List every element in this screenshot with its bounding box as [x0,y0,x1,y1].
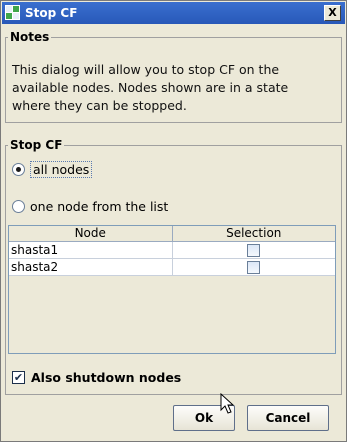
notes-line: available nodes. Nodes shown are in a st… [12,80,289,95]
row-select-checkbox[interactable] [246,244,260,257]
notes-line: This dialog will allow you to stop CF on… [12,62,280,77]
close-icon: X [328,6,337,19]
table-header: Node Selection [9,226,335,242]
also-shutdown-label: Also shutdown nodes [31,370,182,385]
column-header-node[interactable]: Node [9,226,173,241]
mouse-cursor-icon [220,393,235,414]
stop-cf-dialog: Stop CF X Notes This dialog will allow y… [0,0,347,442]
stop-cf-legend: Stop CF [8,138,65,152]
radio-all-nodes-indicator[interactable] [12,163,25,176]
table-row[interactable]: shasta1 [9,242,335,259]
radio-one-node[interactable]: one node from the list [12,199,168,214]
radio-one-node-label: one node from the list [30,199,169,214]
notes-line: where they can be stopped. [12,98,187,113]
also-shutdown-checkbox[interactable]: ✔ [12,371,25,384]
radio-one-node-indicator[interactable] [12,200,25,213]
table-row[interactable]: shasta2 [9,259,335,276]
node-cell: shasta2 [9,259,173,275]
notes-legend: Notes [8,30,52,44]
node-table[interactable]: Node Selection shasta1 shasta2 [8,225,336,354]
selection-cell [173,259,336,275]
radio-all-nodes[interactable]: all nodes [12,161,93,178]
column-header-selection[interactable]: Selection [173,226,336,241]
cancel-button[interactable]: Cancel [247,405,329,431]
selection-cell [173,242,336,258]
notes-text: This dialog will allow you to stop CF on… [12,61,332,115]
title-bar: Stop CF X [2,2,345,24]
window-title: Stop CF [25,6,78,20]
radio-all-nodes-label: all nodes [30,161,93,178]
close-button[interactable]: X [324,5,341,21]
app-icon [5,5,21,21]
also-shutdown-option[interactable]: ✔ Also shutdown nodes [12,370,181,385]
row-select-checkbox[interactable] [246,261,260,274]
node-cell: shasta1 [9,242,173,258]
